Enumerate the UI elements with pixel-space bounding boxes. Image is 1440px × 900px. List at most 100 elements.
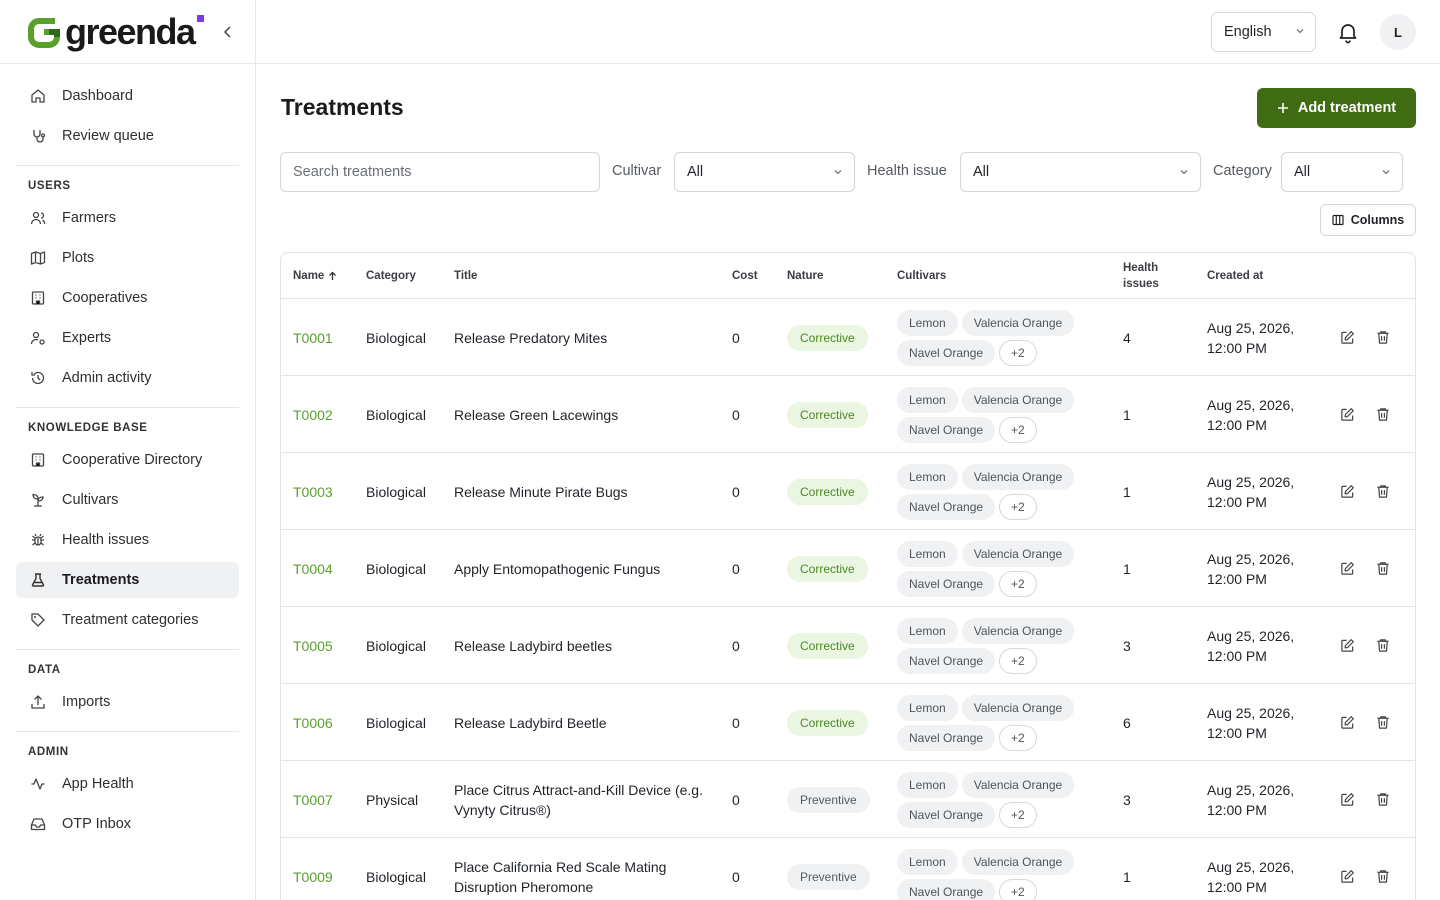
treatment-title: Release Minute Pirate Bugs [454,483,628,500]
columns-button[interactable]: Columns [1320,204,1416,236]
language-select[interactable]: English [1211,12,1316,52]
more-cultivars-chip[interactable]: +2 [999,493,1037,520]
more-cultivars-chip[interactable]: +2 [999,339,1037,366]
sidebar-item-imports[interactable]: Imports [16,684,239,720]
trash-icon[interactable] [1375,638,1391,654]
sidebar-item-admin-activity[interactable]: Admin activity [16,360,239,396]
table-row: T0006 Biological Release Ladybird Beetle… [281,684,1415,761]
health-issues-count: 1 [1123,406,1131,423]
treatment-name-link[interactable]: T0002 [293,376,333,453]
column-header-cultivars[interactable]: Cultivars [897,253,946,299]
treatment-name-link[interactable]: T0005 [293,607,333,684]
sidebar-item-farmers[interactable]: Farmers [16,200,239,236]
cultivar-chip: Valencia Orange [961,848,1075,875]
more-cultivars-chip[interactable]: +2 [999,801,1037,828]
column-header-cost[interactable]: Cost [732,253,758,299]
created-time: 12:00 PM [1207,570,1267,587]
treatment-name-link[interactable]: T0007 [293,761,333,838]
sidebar-item-label: Experts [62,330,112,346]
sidebar-item-cooperatives[interactable]: Cooperatives [16,280,239,316]
bell-icon[interactable] [1336,20,1360,44]
stethoscope-icon [30,128,46,144]
edit-icon[interactable] [1339,869,1355,885]
treatment-name-link[interactable]: T0004 [293,530,333,607]
cultivar-filter-select[interactable]: All [674,152,855,192]
category-filter-select[interactable]: All [1281,152,1403,192]
sidebar-item-otp-inbox[interactable]: OTP Inbox [16,806,239,842]
treatment-name-link[interactable]: T0006 [293,684,333,761]
sidebar-item-cultivars[interactable]: Cultivars [16,482,239,518]
edit-icon[interactable] [1339,561,1355,577]
cultivars-cell: Lemon Valencia Orange Navel Orange +2 [897,607,1097,684]
edit-icon[interactable] [1339,484,1355,500]
column-header-nature[interactable]: Nature [787,253,823,299]
trash-icon[interactable] [1375,484,1391,500]
treatment-name-link[interactable]: T0009 [293,838,333,900]
edit-icon[interactable] [1339,715,1355,731]
health-issue-filter-select[interactable]: All [960,152,1201,192]
trash-icon[interactable] [1375,869,1391,885]
category-filter-value: All [1294,164,1311,180]
brand-name: greenda [65,10,196,52]
trash-icon[interactable] [1375,407,1391,423]
add-treatment-button[interactable]: Add treatment [1257,88,1416,128]
more-cultivars-chip[interactable]: +2 [999,878,1037,900]
sidebar-item-cooperative-directory[interactable]: Cooperative Directory [16,442,239,478]
edit-icon[interactable] [1339,792,1355,808]
cultivar-chips: Lemon Valencia Orange Navel Orange +2 [897,386,1097,443]
row-actions [1339,299,1391,376]
trash-icon[interactable] [1375,715,1391,731]
sidebar-item-treatments[interactable]: Treatments [16,562,239,598]
collapse-sidebar-button[interactable] [220,23,236,41]
row-actions [1339,376,1391,453]
treatment-name-link[interactable]: T0003 [293,453,333,530]
edit-icon[interactable] [1339,330,1355,346]
health-issues-count: 1 [1123,483,1131,500]
edit-icon[interactable] [1339,407,1355,423]
more-cultivars-chip[interactable]: +2 [999,724,1037,751]
column-header-created-at[interactable]: Created at [1207,253,1263,299]
sidebar-item-dashboard[interactable]: Dashboard [16,78,239,114]
treatment-name-link[interactable]: T0001 [293,299,333,376]
column-header-health-issues[interactable]: Health issues [1123,253,1183,299]
nature-cell: Corrective [787,684,868,761]
cultivar-chip: Lemon [897,848,958,875]
treatment-category: Biological [366,637,426,654]
more-cultivars-chip[interactable]: +2 [999,570,1037,597]
edit-icon[interactable] [1339,638,1355,654]
treatment-cost: 0 [732,637,740,654]
cultivar-chip: Navel Orange [897,724,996,751]
trash-icon[interactable] [1375,561,1391,577]
sidebar-item-plots[interactable]: Plots [16,240,239,276]
sidebar-item-label: Plots [62,250,95,266]
trash-icon[interactable] [1375,330,1391,346]
health-issue-filter-label: Health issue [867,163,947,179]
health-issues-count: 6 [1123,714,1131,731]
trash-icon[interactable] [1375,792,1391,808]
more-cultivars-chip[interactable]: +2 [999,647,1037,674]
treatment-category: Biological [366,868,426,885]
sidebar-item-treatment-categories[interactable]: Treatment categories [16,602,239,638]
cultivar-chips: Lemon Valencia Orange Navel Orange +2 [897,771,1097,828]
chevron-left-icon [223,26,231,38]
cultivar-chip: Navel Orange [897,339,996,366]
column-header-name[interactable]: Name [293,253,337,299]
sidebar-item-review-queue[interactable]: Review queue [16,118,239,154]
inbox-icon [30,816,46,832]
cultivar-chips: Lemon Valencia Orange Navel Orange +2 [897,617,1097,674]
nature-cell: Preventive [787,761,870,838]
sidebar-item-experts[interactable]: Experts [16,320,239,356]
history-icon [30,370,46,386]
cultivars-cell: Lemon Valencia Orange Navel Orange +2 [897,684,1097,761]
column-header-category[interactable]: Category [366,253,416,299]
search-treatments-input[interactable] [280,152,600,192]
nature-badge: Corrective [787,632,868,659]
treatment-cost: 0 [732,560,740,577]
sidebar-item-health-issues[interactable]: Health issues [16,522,239,558]
more-cultivars-chip[interactable]: +2 [999,416,1037,443]
health-issue-filter-value: All [973,164,990,180]
sidebar-item-app-health[interactable]: App Health [16,766,239,802]
column-header-title[interactable]: Title [454,253,477,299]
user-avatar[interactable]: L [1380,14,1416,50]
bug-icon [30,532,46,548]
